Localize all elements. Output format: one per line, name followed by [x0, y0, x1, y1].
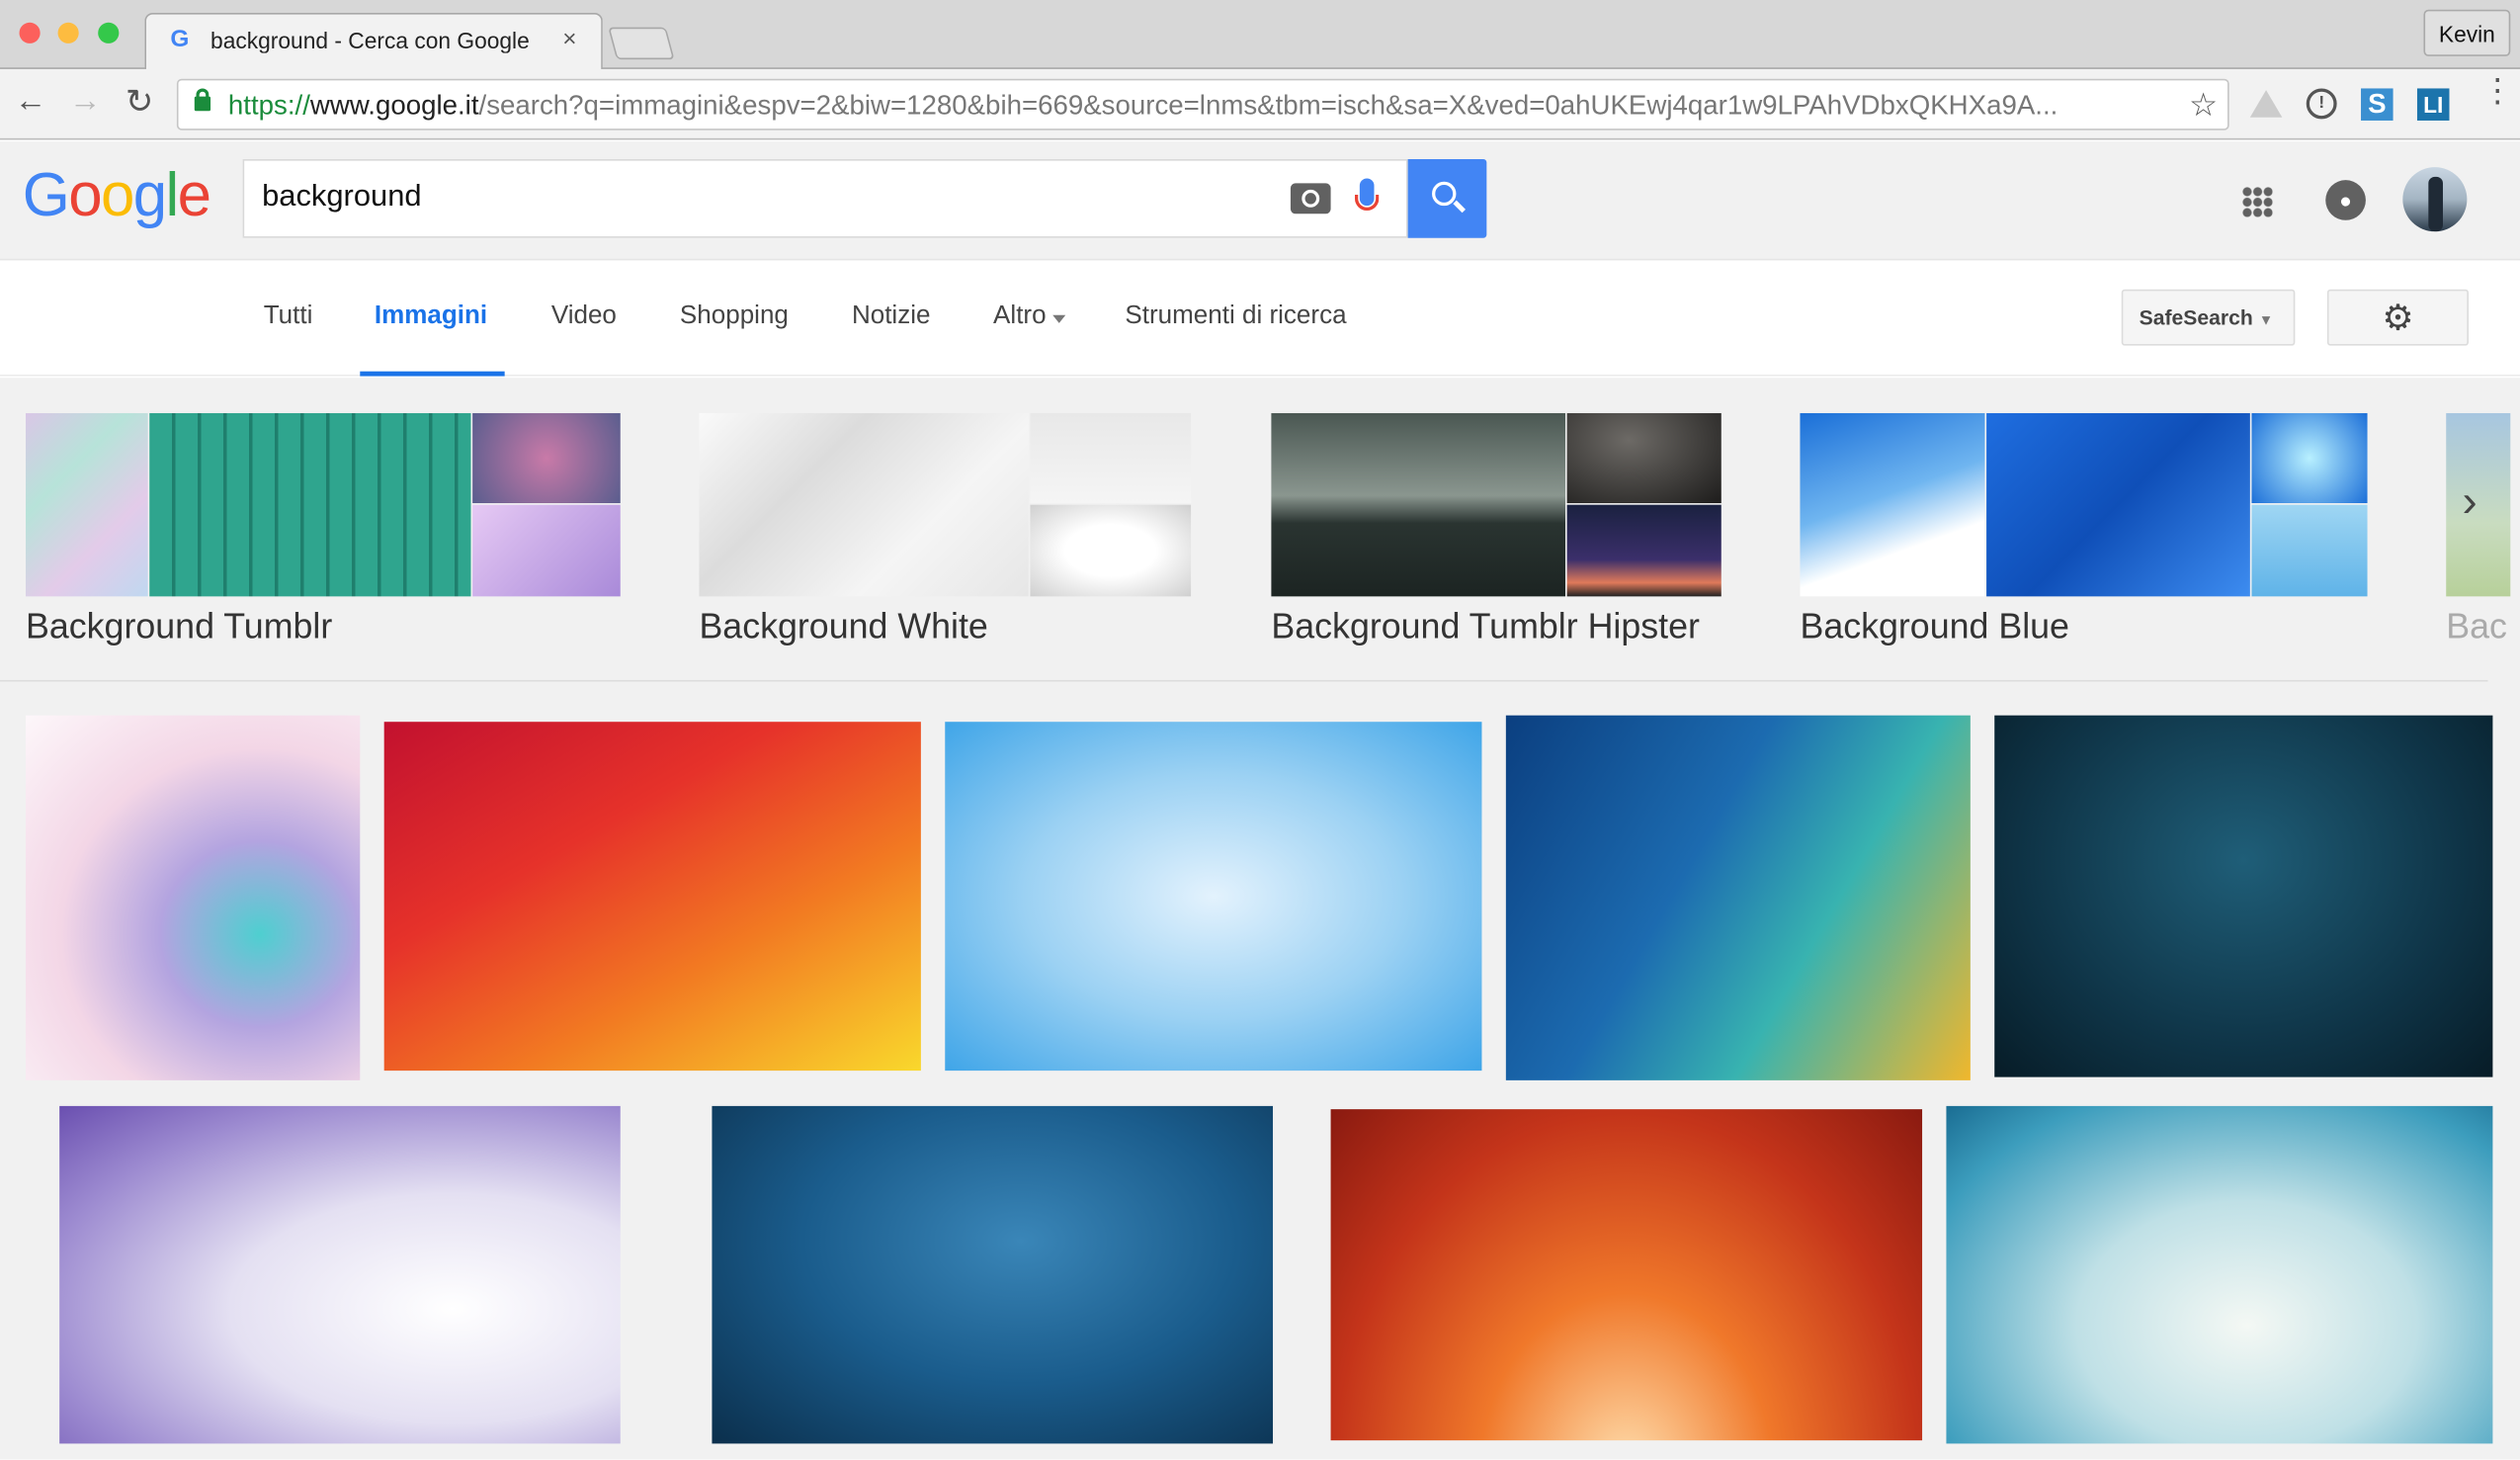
search-button[interactable]: [1407, 159, 1487, 238]
url-path: /search?q=immagini&espv=2&biw=1280&bih=6…: [478, 90, 2058, 121]
tab-notizie[interactable]: Notizie: [852, 302, 931, 331]
related-thumb[interactable]: [472, 504, 621, 597]
search-input[interactable]: background: [262, 180, 421, 215]
image-result[interactable]: [1946, 1105, 2493, 1444]
google-logo[interactable]: Google: [23, 162, 211, 231]
forward-icon[interactable]: →: [69, 84, 102, 121]
close-tab-icon[interactable]: ×: [562, 26, 576, 53]
close-window-button[interactable]: [19, 22, 41, 43]
related-thumb[interactable]: [2251, 504, 2368, 597]
url-text[interactable]: https://www.google.it/search?q=immagini&…: [228, 90, 2181, 123]
image-result[interactable]: [945, 722, 1482, 1072]
related-thumb[interactable]: [1566, 504, 1722, 597]
s-extension-icon[interactable]: S: [2361, 88, 2394, 121]
tab-tutti[interactable]: Tutti: [264, 302, 313, 331]
related-thumb[interactable]: [1566, 412, 1722, 504]
back-icon[interactable]: ←: [15, 84, 47, 121]
drive-icon[interactable]: [2249, 90, 2283, 118]
tab-altro[interactable]: Altro: [993, 302, 1047, 331]
related-search-label[interactable]: Background White: [699, 606, 987, 647]
related-thumb[interactable]: [2251, 412, 2368, 504]
related-thumb[interactable]: [1030, 412, 1192, 504]
image-result[interactable]: [712, 1105, 1274, 1444]
li-extension-icon[interactable]: LI: [2416, 88, 2450, 121]
related-thumb[interactable]: [1986, 412, 2250, 597]
tab-video[interactable]: Video: [551, 302, 617, 331]
search-icon-handle: [1453, 200, 1467, 214]
url-scheme: https://: [227, 90, 310, 121]
chevron-right-icon[interactable]: ›: [2462, 475, 2477, 527]
apps-icon[interactable]: [2241, 186, 2273, 217]
related-search-label[interactable]: Background Tumblr: [26, 606, 332, 647]
camera-icon[interactable]: [1290, 183, 1331, 215]
image-result[interactable]: [1330, 1109, 1923, 1441]
url-host: www.google.it: [309, 90, 479, 121]
image-result[interactable]: [1505, 715, 1971, 1080]
tab-shopping[interactable]: Shopping: [680, 302, 789, 331]
new-tab-button[interactable]: [608, 27, 675, 60]
related-search-label[interactable]: Bac: [2446, 606, 2507, 647]
google-favicon-icon: G: [170, 26, 190, 53]
related-thumb[interactable]: [472, 412, 621, 504]
star-icon[interactable]: ☆: [2189, 85, 2218, 126]
active-tab-indicator: [360, 371, 505, 377]
image-result[interactable]: [383, 722, 921, 1072]
tab-title: background - Cerca con Google: [210, 27, 530, 53]
reload-icon[interactable]: ↻: [126, 82, 154, 123]
related-thumb[interactable]: [1030, 504, 1192, 597]
minimize-window-button[interactable]: [57, 22, 79, 43]
notifications-icon[interactable]: ●: [2325, 180, 2366, 220]
related-thumb[interactable]: [1271, 412, 1566, 597]
1password-icon[interactable]: !: [2306, 88, 2337, 120]
divider: [0, 679, 2488, 682]
safesearch-label: SafeSearch: [2139, 304, 2253, 330]
related-search-label[interactable]: Background Blue: [1800, 606, 2069, 647]
related-thumb[interactable]: [699, 412, 1029, 597]
chevron-down-icon: ▼: [2258, 311, 2274, 328]
lock-shackle-icon: [196, 88, 210, 102]
related-thumb[interactable]: [26, 412, 148, 597]
image-result[interactable]: [59, 1105, 621, 1444]
menu-icon[interactable]: ⋮: [2481, 75, 2514, 108]
avatar[interactable]: [2402, 167, 2468, 232]
safesearch-button[interactable]: SafeSearch ▼: [2121, 289, 2296, 346]
related-search-label[interactable]: Background Tumblr Hipster: [1271, 606, 1700, 647]
image-result[interactable]: [26, 715, 361, 1080]
gear-icon: ⚙: [2382, 297, 2414, 338]
settings-button[interactable]: ⚙: [2326, 289, 2469, 346]
related-thumb[interactable]: [2446, 412, 2511, 597]
search-icon: [1432, 181, 1457, 207]
related-thumb[interactable]: [1800, 412, 1985, 597]
profile-button[interactable]: Kevin: [2423, 9, 2511, 56]
tab-immagini[interactable]: Immagini: [375, 302, 487, 331]
image-result[interactable]: [1994, 715, 2493, 1077]
maximize-window-button[interactable]: [98, 22, 120, 43]
chevron-down-icon: [1052, 314, 1066, 323]
tab-strumenti-di-ricerca[interactable]: Strumenti di ricerca: [1125, 302, 1346, 331]
related-thumb[interactable]: [149, 412, 471, 597]
